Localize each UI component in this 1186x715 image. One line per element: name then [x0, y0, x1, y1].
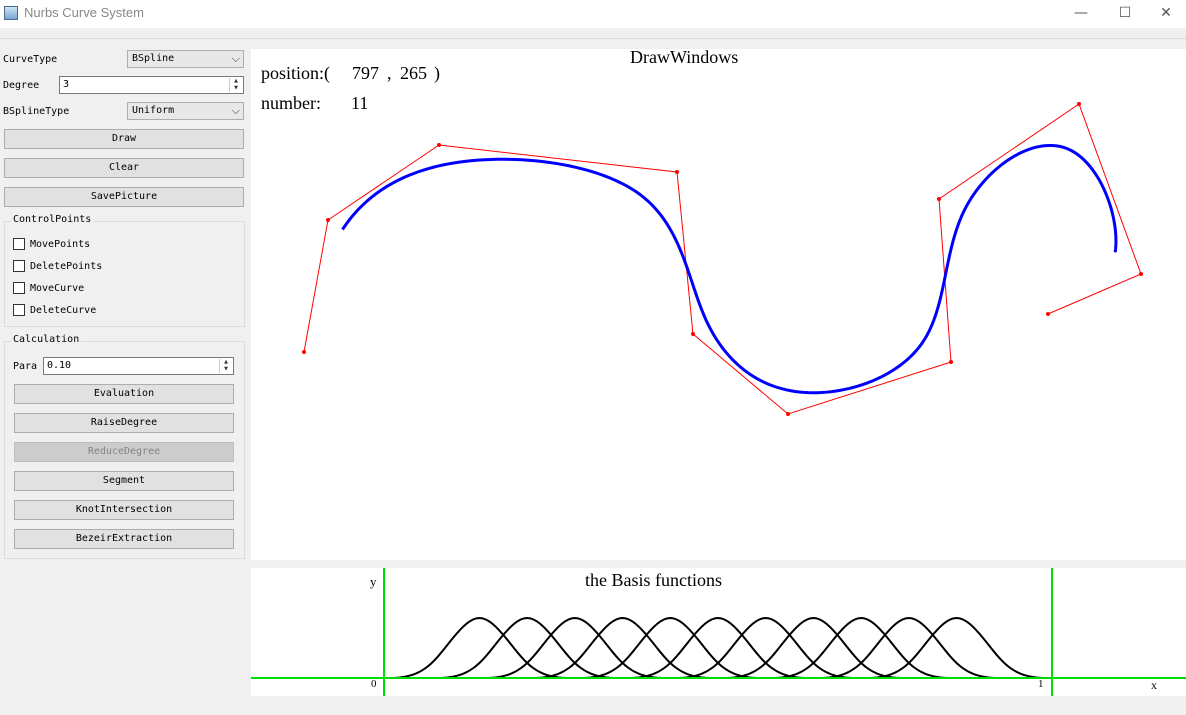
delete-points-label: DeletePoints	[30, 261, 103, 272]
delete-curve-checkbox[interactable]	[13, 304, 25, 316]
minimize-button[interactable]: —	[1058, 0, 1104, 28]
control-point[interactable]	[1046, 312, 1050, 316]
maximize-button[interactable]: ☐	[1102, 0, 1148, 28]
spin-down-icon[interactable]: ▼	[220, 366, 232, 373]
control-point[interactable]	[691, 332, 695, 336]
basis-function-curve	[479, 616, 671, 679]
spin-up-icon[interactable]: ▲	[230, 78, 242, 85]
basis-function-curve	[861, 616, 1052, 679]
spin-buttons[interactable]: ▲ ▼	[229, 78, 242, 92]
spin-buttons[interactable]: ▲ ▼	[219, 359, 232, 373]
basis-function-curve	[574, 616, 766, 679]
knot-intersection-button[interactable]: KnotIntersection	[14, 500, 234, 520]
move-curve-checkbox[interactable]	[13, 282, 25, 294]
curve-drawing[interactable]	[251, 49, 1186, 560]
bspline-type-value: Uniform	[132, 105, 175, 116]
basis-function-curve	[431, 616, 623, 679]
spin-up-icon[interactable]: ▲	[220, 359, 232, 366]
para-spinbox[interactable]: 0.10 ▲ ▼	[43, 357, 234, 375]
draw-button[interactable]: Draw	[4, 129, 244, 149]
basis-plot	[251, 568, 1186, 696]
degree-label: Degree	[3, 80, 40, 91]
spin-down-icon[interactable]: ▼	[230, 85, 242, 92]
bezier-extraction-button[interactable]: BezeirExtraction	[14, 529, 234, 549]
move-points-checkbox[interactable]	[13, 238, 25, 250]
move-points-label: MovePoints	[30, 239, 91, 250]
clear-button[interactable]: Clear	[4, 158, 244, 178]
basis-canvas: the Basis functions y 0 1 x	[251, 568, 1186, 696]
bspline-type-select[interactable]: Uniform ⌵	[127, 102, 244, 120]
control-point[interactable]	[949, 360, 953, 364]
chevron-down-icon: ⌵	[231, 52, 240, 65]
control-point[interactable]	[675, 170, 679, 174]
save-picture-button[interactable]: SavePicture	[4, 187, 244, 207]
control-points-title: ControlPoints	[11, 214, 94, 225]
curve-type-select[interactable]: BSpline ⌵	[127, 50, 244, 68]
degree-spinbox[interactable]: 3 ▲ ▼	[59, 76, 244, 94]
control-point[interactable]	[786, 412, 790, 416]
para-value: 0.10	[47, 360, 72, 371]
basis-function-curve	[527, 616, 718, 679]
control-point[interactable]	[1139, 272, 1143, 276]
basis-function-curve	[384, 616, 575, 679]
degree-value: 3	[63, 79, 70, 90]
curve-type-value: BSpline	[132, 53, 175, 64]
control-panel: CurveType BSpline ⌵ Degree 3 ▲ ▼ BSplineT…	[0, 40, 250, 715]
control-point[interactable]	[326, 218, 330, 222]
control-polygon-line	[303, 103, 1142, 415]
basis-function-curve	[622, 616, 814, 679]
draw-canvas[interactable]: DrawWindows position:( 797 , 265 ) numbe…	[251, 47, 1186, 560]
reduce-degree-button[interactable]: ReduceDegree	[14, 442, 234, 462]
delete-curve-label: DeleteCurve	[30, 305, 97, 316]
menu-strip	[0, 28, 1186, 39]
segment-button[interactable]: Segment	[14, 471, 234, 491]
control-point[interactable]	[302, 350, 306, 354]
move-curve-label: MoveCurve	[30, 283, 85, 294]
window-title: Nurbs Curve System	[24, 5, 144, 20]
basis-function-curve	[765, 616, 957, 679]
chevron-down-icon: ⌵	[231, 104, 240, 117]
delete-points-checkbox[interactable]	[13, 260, 25, 272]
title-bar: Nurbs Curve System — ☐ ✕	[0, 0, 1186, 28]
control-point[interactable]	[1077, 102, 1081, 106]
para-label: Para	[13, 361, 38, 372]
control-polygon	[302, 102, 1143, 416]
curve-type-label: CurveType	[3, 54, 58, 65]
app-icon	[4, 6, 18, 20]
bspline-curve	[341, 143, 1118, 395]
control-point[interactable]	[437, 143, 441, 147]
bspline-type-label: BSplineType	[3, 106, 70, 117]
basis-function-curve	[813, 616, 1005, 679]
raise-degree-button[interactable]: RaiseDegree	[14, 413, 234, 433]
evaluation-button[interactable]: Evaluation	[14, 384, 234, 404]
control-point[interactable]	[937, 197, 941, 201]
basis-function-curve	[670, 616, 862, 679]
close-button[interactable]: ✕	[1146, 0, 1186, 28]
basis-function-curve	[718, 616, 909, 679]
basis-functions	[384, 616, 1052, 679]
calculation-title: Calculation	[11, 334, 82, 345]
